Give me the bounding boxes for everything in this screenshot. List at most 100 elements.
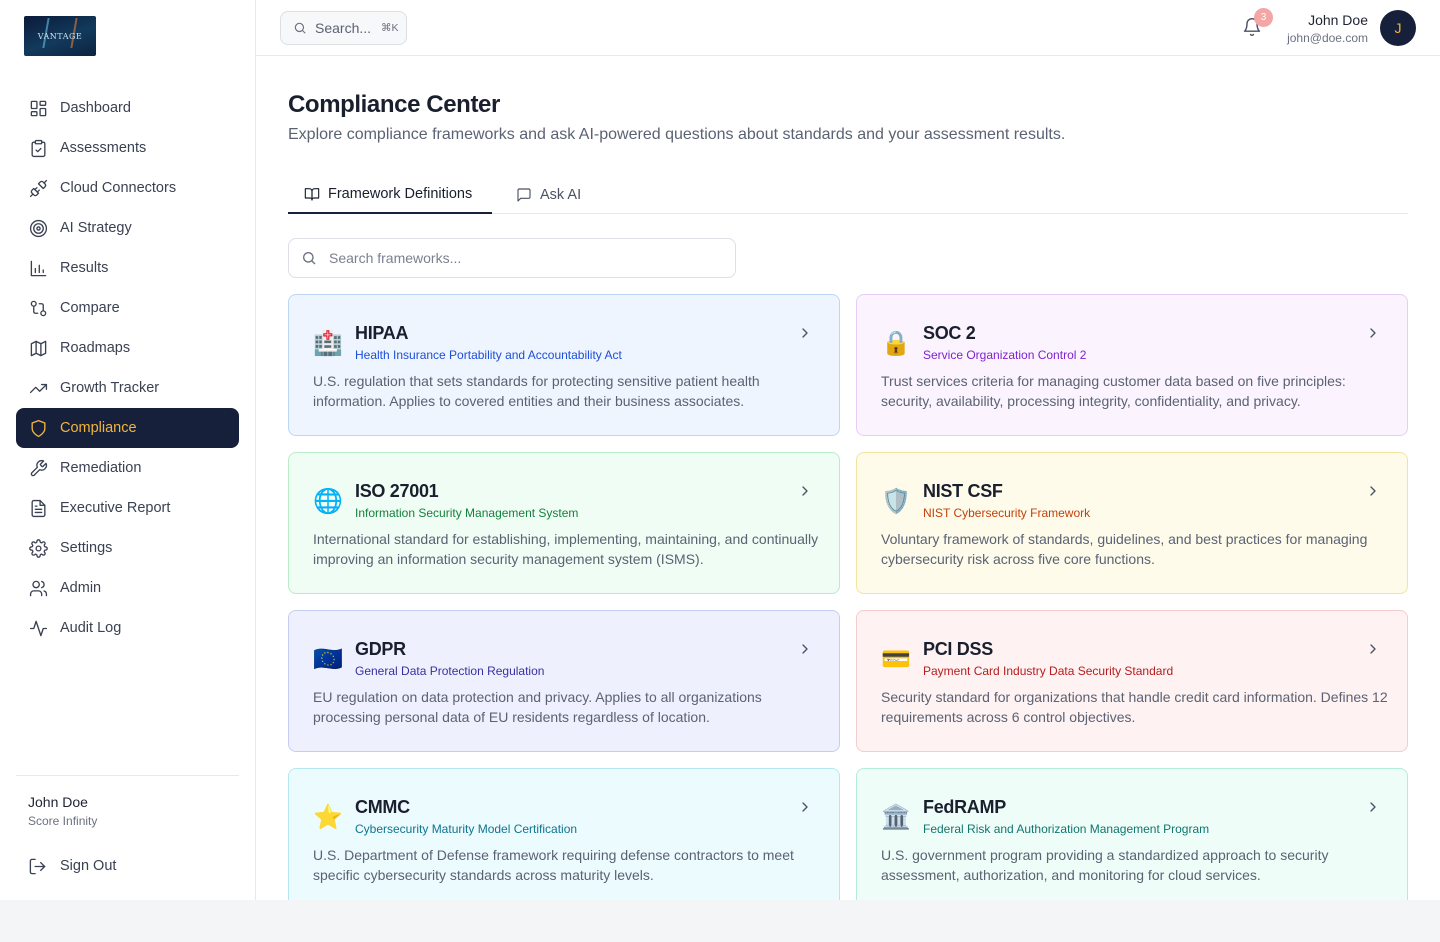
framework-full-name: Federal Risk and Authorization Managemen…: [923, 822, 1210, 836]
sidebar-item-assessments[interactable]: Assessments: [16, 128, 239, 168]
sidebar-item-label: Dashboard: [60, 100, 131, 116]
tab-label: Framework Definitions: [328, 186, 473, 202]
message-icon: [517, 188, 531, 202]
framework-description: International standard for establishing,…: [313, 531, 819, 567]
framework-name: HIPAA: [355, 323, 409, 343]
framework-card-iso-27001[interactable]: 🌐 ISO 27001 Information Security Managem…: [288, 452, 840, 594]
target-icon: [28, 218, 48, 238]
framework-name: SOC 2: [923, 323, 976, 343]
tab-label: Ask AI: [540, 187, 582, 203]
tab-bar: Framework Definitions Ask AI: [288, 176, 1408, 214]
sidebar-nav: Dashboard Assessments Cloud Connectors A…: [16, 88, 239, 648]
framework-name: NIST CSF: [923, 481, 1003, 501]
framework-description: EU regulation on data protection and pri…: [313, 689, 762, 725]
sidebar-user-name: John Doe: [28, 794, 88, 810]
sidebar-footer: John Doe Score Infinity Sign Out: [16, 775, 239, 874]
globe-icon: 🌐: [313, 487, 343, 515]
shield-icon: [28, 418, 48, 438]
tab-ask-ai[interactable]: Ask AI: [500, 176, 590, 214]
sidebar-item-cloud-connectors[interactable]: Cloud Connectors: [16, 168, 239, 208]
framework-card-cmmc[interactable]: ⭐ CMMC Cybersecurity Maturity Model Cert…: [288, 768, 840, 910]
framework-full-name: Cybersecurity Maturity Model Certificati…: [355, 822, 578, 836]
notification-count-badge: 3: [1254, 8, 1273, 27]
chevron-right-icon: [1365, 483, 1381, 499]
plug-icon: [28, 178, 48, 198]
sidebar-item-label: Admin: [60, 580, 102, 596]
framework-card-hipaa[interactable]: 🏥 HIPAA Health Insurance Portability and…: [288, 294, 840, 436]
framework-description: U.S. regulation that sets standards for …: [313, 373, 760, 409]
framework-name: CMMC: [355, 797, 410, 817]
sidebar-item-label: Compare: [60, 300, 120, 316]
chevron-right-icon: [797, 325, 813, 341]
framework-card-soc2[interactable]: 🔒 SOC 2 Service Organization Control 2 T…: [856, 294, 1408, 436]
sidebar-item-results[interactable]: Results: [16, 248, 239, 288]
sidebar-item-label: Roadmaps: [60, 340, 131, 356]
vantage-logo[interactable]: VANTAGE: [24, 16, 96, 56]
page-subtitle: Explore compliance frameworks and ask AI…: [288, 126, 1066, 143]
framework-description: Security standard for organizations that…: [881, 689, 1388, 725]
logo-text: VANTAGE: [37, 31, 83, 41]
chevron-right-icon: [1365, 641, 1381, 657]
framework-full-name: Service Organization Control 2: [923, 348, 1087, 362]
framework-search-box: [288, 238, 736, 278]
framework-description: Voluntary framework of standards, guidel…: [881, 531, 1368, 567]
top-bar: Search... ⌘K 3 John Doe john@doe.com J: [256, 0, 1440, 56]
sidebar-item-ai-strategy[interactable]: AI Strategy: [16, 208, 239, 248]
framework-name: GDPR: [355, 639, 406, 659]
sidebar-item-growth-tracker[interactable]: Growth Tracker: [16, 368, 239, 408]
avatar[interactable]: J: [1380, 10, 1416, 46]
tab-framework-definitions[interactable]: Framework Definitions: [288, 176, 492, 214]
framework-search-input[interactable]: [329, 250, 709, 266]
activity-icon: [28, 618, 48, 638]
framework-description: U.S. Department of Defense framework req…: [313, 847, 794, 883]
sidebar-item-label: Results: [60, 260, 109, 276]
trending-up-icon: [28, 378, 48, 398]
top-user-name: John Doe: [1308, 12, 1368, 28]
shield-icon: 🛡️: [881, 487, 911, 515]
sidebar-item-remediation[interactable]: Remediation: [16, 448, 239, 488]
sidebar-item-label: Executive Report: [60, 500, 171, 516]
git-compare-icon: [28, 298, 48, 318]
sidebar-item-label: Compliance: [60, 420, 137, 436]
framework-full-name: Information Security Management System: [355, 506, 579, 520]
government-building-icon: 🏛️: [881, 803, 911, 831]
wrench-icon: [28, 458, 48, 478]
search-shortcut: ⌘K: [381, 22, 399, 34]
map-icon: [28, 338, 48, 358]
framework-card-nist-csf[interactable]: 🛡️ NIST CSF NIST Cybersecurity Framework…: [856, 452, 1408, 594]
sidebar-item-compliance[interactable]: Compliance: [16, 408, 239, 448]
sidebar-item-executive-report[interactable]: Executive Report: [16, 488, 239, 528]
sidebar-user-org: Score Infinity: [28, 814, 98, 828]
sign-out-button[interactable]: Sign Out: [16, 846, 239, 886]
sidebar-item-label: Assessments: [60, 140, 147, 156]
framework-name: ISO 27001: [355, 481, 439, 501]
framework-name: FedRAMP: [923, 797, 1006, 817]
chevron-right-icon: [797, 483, 813, 499]
file-text-icon: [28, 498, 48, 518]
sidebar-item-label: Audit Log: [60, 620, 122, 636]
search-icon: [294, 22, 306, 34]
hospital-icon: 🏥: [313, 329, 343, 357]
page-title: Compliance Center: [288, 91, 500, 118]
lock-icon: 🔒: [881, 329, 911, 357]
framework-full-name: General Data Protection Regulation: [355, 664, 545, 678]
framework-full-name: NIST Cybersecurity Framework: [923, 506, 1091, 520]
chevron-right-icon: [1365, 325, 1381, 341]
framework-card-pci-dss[interactable]: 💳 PCI DSS Payment Card Industry Data Sec…: [856, 610, 1408, 752]
page-bottom-background: [0, 900, 1440, 942]
framework-card-fedramp[interactable]: 🏛️ FedRAMP Federal Risk and Authorizatio…: [856, 768, 1408, 910]
users-icon: [28, 578, 48, 598]
framework-card-gdpr[interactable]: 🇪🇺 GDPR General Data Protection Regulati…: [288, 610, 840, 752]
framework-full-name: Health Insurance Portability and Account…: [355, 348, 622, 362]
framework-full-name: Payment Card Industry Data Security Stan…: [923, 664, 1174, 678]
framework-description: U.S. government program providing a stan…: [881, 847, 1329, 883]
global-search-button[interactable]: Search... ⌘K: [280, 11, 407, 45]
sidebar-item-settings[interactable]: Settings: [16, 528, 239, 568]
sidebar-item-admin[interactable]: Admin: [16, 568, 239, 608]
sidebar-item-dashboard[interactable]: Dashboard: [16, 88, 239, 128]
sidebar-item-roadmaps[interactable]: Roadmaps: [16, 328, 239, 368]
search-icon: [303, 251, 316, 265]
star-icon: ⭐: [313, 803, 343, 831]
sidebar-item-compare[interactable]: Compare: [16, 288, 239, 328]
sidebar-item-audit-log[interactable]: Audit Log: [16, 608, 239, 648]
